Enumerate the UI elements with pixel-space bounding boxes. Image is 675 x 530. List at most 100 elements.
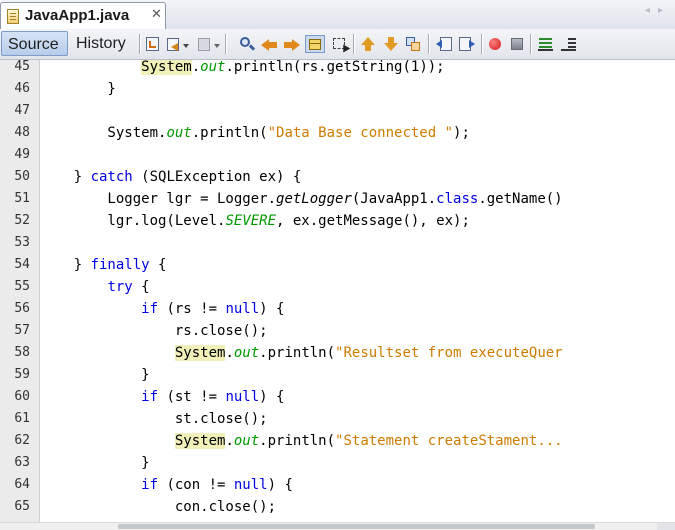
code-line[interactable]: lgr.log(Level.SEVERE, ex.getMessage(), e… <box>40 210 470 232</box>
code-token: { <box>132 279 150 295</box>
line-number: 58 <box>14 345 30 360</box>
code-token: "Data Base connected " <box>267 125 454 141</box>
comment-icon[interactable] <box>537 35 555 53</box>
tab-scroll-arrows-icon[interactable]: ◂▸ <box>645 5 671 16</box>
source-view-button[interactable]: Source <box>1 31 68 56</box>
uncomment-icon[interactable] <box>560 35 578 53</box>
code-token: . <box>225 433 234 449</box>
line-number: 63 <box>14 455 30 470</box>
editor-toolbar: Source History <box>0 29 675 60</box>
code-token: null <box>225 301 260 317</box>
shift-up-icon[interactable] <box>359 35 377 53</box>
file-tab[interactable]: JavaApp1.java ✕ <box>0 2 166 29</box>
line-number: 48 <box>14 125 30 140</box>
code-token: out <box>200 60 226 75</box>
code-line[interactable]: st.close(); <box>40 408 268 430</box>
toolbar-separator <box>353 34 354 54</box>
back-icon[interactable] <box>165 35 183 53</box>
code-token: SEVERE <box>225 213 277 229</box>
editor-tab-bar: JavaApp1.java ✕ ◂▸ <box>0 0 675 30</box>
code-token: System <box>174 433 226 449</box>
toggle-highlight-icon[interactable] <box>305 35 325 53</box>
back-dropdown-icon[interactable] <box>183 44 189 48</box>
line-number: 46 <box>14 81 30 96</box>
code-token: . <box>225 345 234 361</box>
line-number: 49 <box>14 147 30 162</box>
code-line[interactable]: System.out.println("Resultset from execu… <box>40 342 563 364</box>
code-line[interactable]: if (con != null) { <box>40 474 293 496</box>
code-token: System <box>141 60 192 75</box>
shift-left-icon[interactable] <box>435 35 453 53</box>
code-token: System. <box>40 125 167 141</box>
macro-record-icon[interactable] <box>486 35 504 53</box>
toolbar-separator <box>428 34 429 54</box>
code-line[interactable]: try { <box>40 276 150 298</box>
forward-dropdown-icon[interactable] <box>214 44 220 48</box>
shift-down-icon[interactable] <box>382 35 400 53</box>
code-line[interactable]: } catch (SQLException ex) { <box>40 166 302 188</box>
line-number: 55 <box>14 279 30 294</box>
code-line[interactable]: if (rs != null) { <box>40 298 284 320</box>
code-token: } <box>40 367 150 383</box>
code-token: { <box>149 257 167 273</box>
line-number: 61 <box>14 411 30 426</box>
code-token: } <box>40 257 91 273</box>
code-editor[interactable]: System.out.println(rs.getString(1)); } S… <box>40 60 675 522</box>
last-edit-icon[interactable] <box>144 35 162 53</box>
forward-icon[interactable] <box>196 35 214 53</box>
close-tab-icon[interactable]: ✕ <box>151 7 162 22</box>
code-token: if <box>141 389 159 405</box>
code-line[interactable]: } <box>40 78 115 100</box>
find-previous-icon[interactable] <box>260 35 278 53</box>
toolbar-separator <box>139 34 140 54</box>
code-token: "Statement createStament... <box>335 433 563 449</box>
code-line[interactable]: System.out.println("Data Base connected … <box>40 122 469 144</box>
code-token: lgr.log(Level. <box>40 213 226 229</box>
move-lines-icon[interactable] <box>404 35 422 53</box>
line-number: 57 <box>14 323 30 338</box>
code-line[interactable]: System.out.println(rs.getString(1)); <box>40 60 445 78</box>
code-line[interactable]: } finally { <box>40 254 167 276</box>
code-token: (st != <box>158 389 226 405</box>
toolbar-separator <box>530 34 531 54</box>
history-view-button[interactable]: History <box>70 31 134 56</box>
line-number: 56 <box>14 301 30 316</box>
find-next-icon[interactable] <box>283 35 301 53</box>
code-line[interactable]: System.out.println("Statement createStam… <box>40 430 563 452</box>
shift-right-icon[interactable] <box>458 35 476 53</box>
code-line[interactable]: } <box>40 452 149 474</box>
code-line[interactable]: } <box>40 364 150 386</box>
line-number: 51 <box>14 191 30 206</box>
line-number-gutter: 45 46 47 48 49 50 51 52 53 54 55 56 57 5… <box>0 59 40 522</box>
code-token: st.close(); <box>40 411 268 427</box>
code-token: out <box>166 125 192 141</box>
line-number: 60 <box>14 389 30 404</box>
code-token: out <box>233 433 260 449</box>
line-number: 64 <box>14 477 30 492</box>
code-token: .println(rs.getString(1)); <box>225 60 445 75</box>
java-file-icon <box>7 9 19 24</box>
code-line[interactable]: if (st != null) { <box>40 386 284 408</box>
line-number: 65 <box>14 499 30 514</box>
code-line[interactable]: con.close(); <box>40 496 276 518</box>
code-token: (SQLException ex) { <box>132 169 302 185</box>
code-token: null <box>233 477 268 493</box>
find-selection-icon[interactable] <box>238 35 256 53</box>
horizontal-scrollbar-thumb[interactable] <box>118 524 595 529</box>
code-token: rs.close(); <box>40 323 268 339</box>
code-line[interactable]: rs.close(); <box>40 320 268 342</box>
macro-stop-icon[interactable] <box>508 35 526 53</box>
code-line[interactable]: Logger lgr = Logger.getLogger(JavaApp1.c… <box>40 188 563 210</box>
code-token: .println( <box>259 433 336 449</box>
code-token: } <box>40 169 91 185</box>
line-number: 50 <box>14 169 30 184</box>
code-token: catch <box>90 169 133 185</box>
code-token: .getName() <box>478 191 563 207</box>
line-number: 62 <box>14 433 30 448</box>
code-token: try <box>107 279 133 295</box>
toggle-rect-select-icon[interactable] <box>331 35 351 53</box>
line-number: 45 <box>14 59 30 74</box>
code-token: , ex.getMessage(), ex); <box>276 213 470 229</box>
